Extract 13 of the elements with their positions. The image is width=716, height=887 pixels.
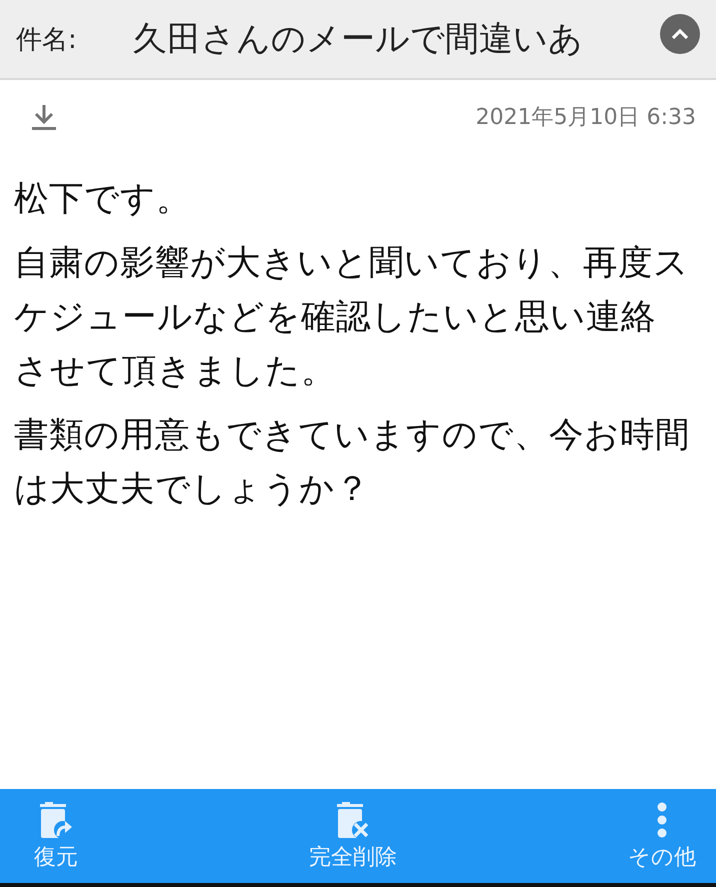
collapse-button[interactable] <box>660 14 700 54</box>
delete-button[interactable]: 完全削除 <box>309 800 397 872</box>
subject-text: 久田さんのメールで間違いあ <box>133 18 584 61</box>
download-icon[interactable] <box>31 103 57 131</box>
more-button[interactable]: その他 <box>628 800 696 872</box>
message-paragraph: 自粛の影響が大きいと聞いており、再度スケジュールなどを確認したいと思い連絡させて頂きました。 <box>14 242 690 393</box>
more-icon <box>656 800 668 840</box>
subject-label: 件名: <box>16 24 78 56</box>
restore-button[interactable]: 復元 <box>34 800 78 872</box>
message-paragraph: 松下です。 <box>14 178 192 221</box>
message-paragraph: 書類の用意もできていますので、今お時間は大丈夫でしょうか？ <box>14 414 690 511</box>
chevron-up-icon <box>671 28 689 40</box>
date-text: 2021年5月10日 6:33 <box>476 104 696 132</box>
